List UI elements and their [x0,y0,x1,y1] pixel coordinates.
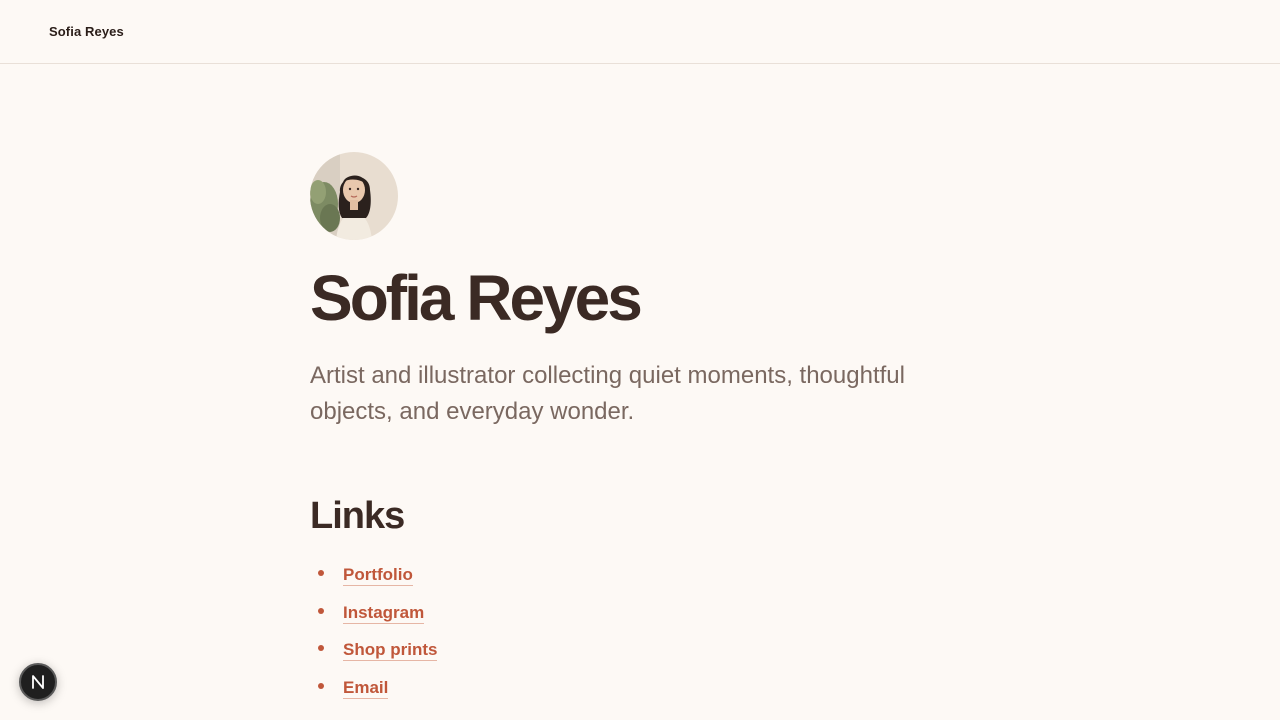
list-item: Instagram [310,602,950,640]
avatar [310,152,398,240]
top-bar: Sofia Reyes [0,0,1280,64]
bullet-icon [318,682,324,689]
portfolio-link[interactable]: Portfolio [343,565,413,586]
page-title: Sofia Reyes [310,262,643,334]
list-item: Portfolio [310,564,950,602]
avatar-portrait-image [310,152,398,240]
brand-link[interactable]: Sofia Reyes [49,24,124,39]
bullet-icon [318,607,324,614]
email-link[interactable]: Email [343,677,389,699]
links-list: Portfolio Instagram Shop prints Email [310,564,950,714]
profile-tagline: Artist and illustrator collecting quiet … [310,362,905,425]
profile-main: Sofia Reyes Artist and illustrator colle… [310,152,950,714]
instagram-link[interactable]: Instagram [343,602,425,624]
n-logo-icon [32,675,44,689]
links-heading: Links [310,495,405,537]
bullet-icon [318,645,324,652]
list-item: Shop prints [310,639,950,677]
bullet-icon [318,570,324,576]
list-item: Email [310,677,950,715]
shop-prints-link[interactable]: Shop prints [343,640,438,662]
dev-tools-button[interactable] [19,663,57,701]
